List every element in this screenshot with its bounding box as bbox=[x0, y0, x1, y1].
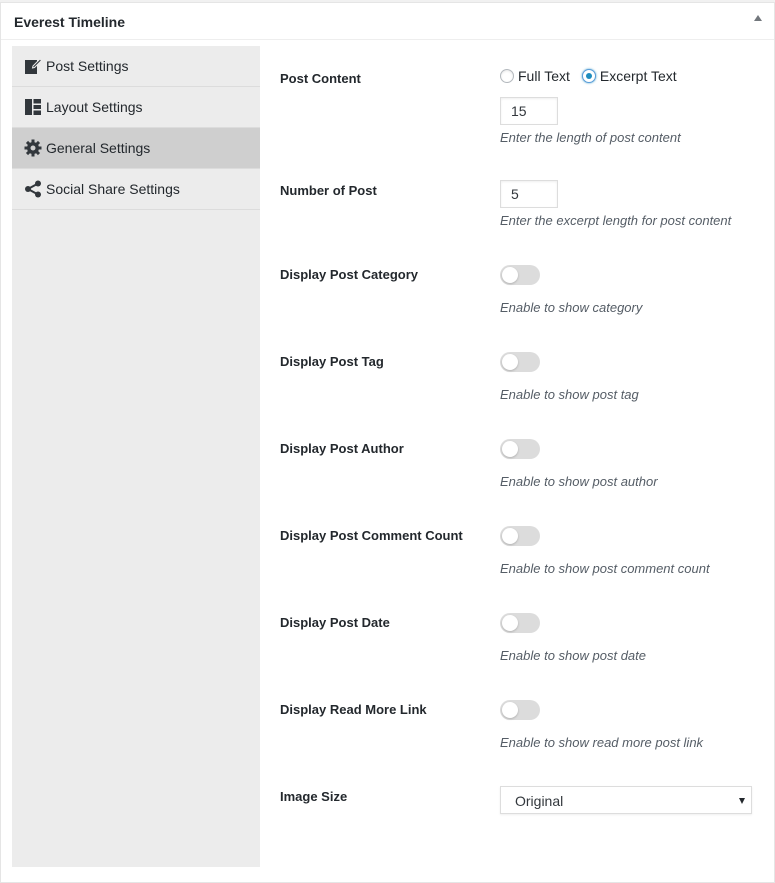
post-category-toggle[interactable] bbox=[500, 265, 540, 285]
post-author-hint: Enable to show post author bbox=[500, 474, 658, 489]
post-tag-hint: Enable to show post tag bbox=[500, 387, 639, 402]
full-text-option[interactable]: Full Text bbox=[500, 68, 570, 84]
post-category-hint: Enable to show category bbox=[500, 300, 643, 315]
post-content-label: Post Content bbox=[280, 71, 361, 86]
toggle-knob bbox=[502, 615, 518, 631]
post-content-radio-group: Full Text Excerpt Text bbox=[500, 68, 689, 84]
image-size-label: Image Size bbox=[280, 789, 348, 804]
full-text-radio[interactable] bbox=[500, 69, 514, 83]
post-date-label: Display Post Date bbox=[280, 615, 390, 630]
toggle-knob bbox=[502, 267, 518, 283]
panel-title: Everest Timeline bbox=[14, 14, 126, 30]
panel-header[interactable]: Everest Timeline bbox=[1, 3, 774, 40]
read-more-link-toggle[interactable] bbox=[500, 700, 540, 720]
post-author-row: Display Post Author Enable to show post … bbox=[280, 438, 760, 489]
number-of-post-hint: Enter the excerpt length for post conten… bbox=[500, 213, 732, 228]
share-icon bbox=[25, 180, 41, 198]
full-text-label: Full Text bbox=[518, 68, 570, 84]
toggle-knob bbox=[502, 702, 518, 718]
post-date-hint: Enable to show post date bbox=[500, 648, 646, 663]
edit-icon bbox=[25, 58, 42, 74]
post-category-label: Display Post Category bbox=[280, 267, 418, 282]
layout-icon bbox=[25, 99, 41, 115]
gear-icon bbox=[24, 139, 42, 157]
post-comment-count-row: Display Post Comment Count Enable to sho… bbox=[280, 525, 760, 576]
sidebar-item-general-settings[interactable]: General Settings bbox=[12, 128, 260, 169]
settings-sidebar: Post Settings Layout Settings General Se… bbox=[12, 46, 260, 867]
excerpt-text-label: Excerpt Text bbox=[599, 68, 677, 84]
toggle-knob bbox=[502, 354, 518, 370]
dropdown-arrow-icon bbox=[739, 798, 745, 804]
post-date-row: Display Post Date Enable to show post da… bbox=[280, 612, 760, 663]
sidebar-item-post-settings[interactable]: Post Settings bbox=[12, 46, 260, 87]
post-author-label: Display Post Author bbox=[280, 441, 404, 456]
sidebar-item-social-share-settings[interactable]: Social Share Settings bbox=[12, 169, 260, 210]
post-date-toggle[interactable] bbox=[500, 613, 540, 633]
post-category-row: Display Post Category Enable to show cat… bbox=[280, 264, 760, 315]
number-of-post-label: Number of Post bbox=[280, 183, 377, 198]
image-size-select[interactable]: Original bbox=[500, 786, 752, 814]
post-comment-count-hint: Enable to show post comment count bbox=[500, 561, 710, 576]
read-more-link-row: Display Read More Link Enable to show re… bbox=[280, 699, 760, 750]
sidebar-item-label: Layout Settings bbox=[46, 99, 143, 115]
number-of-post-input[interactable] bbox=[500, 180, 558, 208]
sidebar-item-label: Post Settings bbox=[46, 58, 129, 74]
toggle-knob bbox=[502, 441, 518, 457]
sidebar-item-label: Social Share Settings bbox=[46, 181, 180, 197]
post-comment-count-label: Display Post Comment Count bbox=[280, 528, 463, 543]
excerpt-text-option[interactable]: Excerpt Text bbox=[581, 68, 677, 84]
post-tag-row: Display Post Tag Enable to show post tag bbox=[280, 351, 760, 402]
read-more-link-hint: Enable to show read more post link bbox=[500, 735, 704, 750]
collapse-arrow-icon[interactable] bbox=[754, 15, 762, 21]
sidebar-item-layout-settings[interactable]: Layout Settings bbox=[12, 87, 260, 128]
image-size-row: Image Size Original bbox=[280, 786, 760, 814]
post-author-toggle[interactable] bbox=[500, 439, 540, 459]
post-comment-count-toggle[interactable] bbox=[500, 526, 540, 546]
toggle-knob bbox=[502, 528, 518, 544]
read-more-link-label: Display Read More Link bbox=[280, 702, 427, 717]
post-tag-toggle[interactable] bbox=[500, 352, 540, 372]
post-tag-label: Display Post Tag bbox=[280, 354, 384, 369]
post-content-hint: Enter the length of post content bbox=[500, 130, 681, 145]
excerpt-text-radio[interactable] bbox=[581, 69, 596, 83]
sidebar-item-label: General Settings bbox=[46, 140, 151, 156]
post-content-length-input[interactable] bbox=[500, 97, 558, 125]
image-size-selected-value: Original bbox=[515, 793, 564, 809]
